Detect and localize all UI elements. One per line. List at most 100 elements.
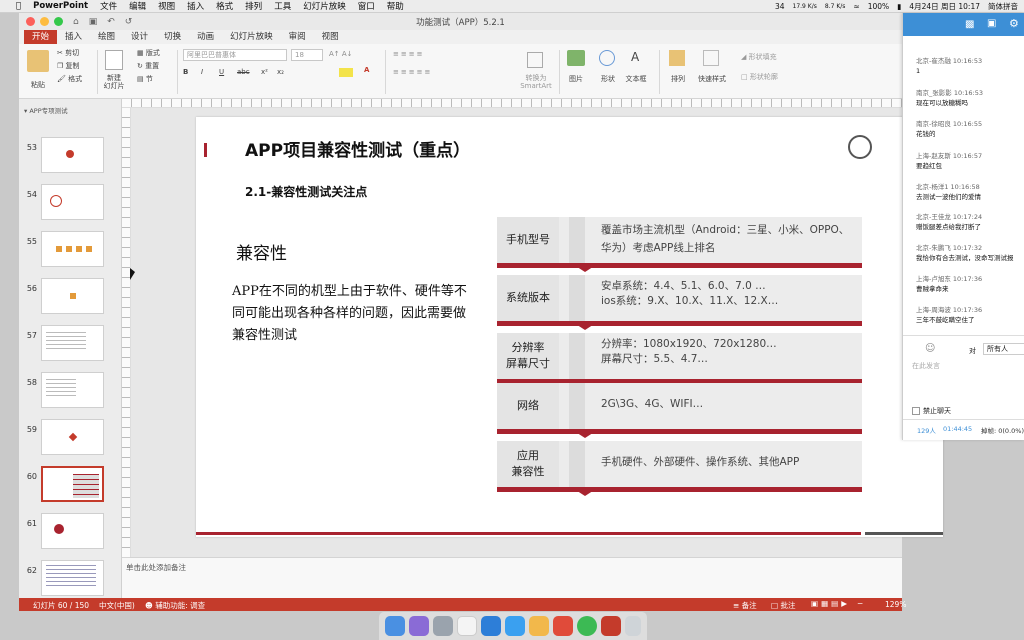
reset-button[interactable]: ↻ 重置: [137, 61, 159, 71]
ban-chat-checkbox[interactable]: [912, 407, 920, 415]
textbox-icon[interactable]: A: [631, 50, 639, 64]
section-button[interactable]: ▤ 节: [137, 74, 153, 84]
emoji-icon[interactable]: ☺: [925, 343, 935, 354]
thumbnail-60[interactable]: 60: [23, 466, 120, 504]
menu-view[interactable]: 视图: [152, 0, 181, 12]
copy-button[interactable]: ❐ 复制: [57, 61, 80, 71]
cloud-app-icon[interactable]: [505, 616, 525, 636]
tab-view[interactable]: 视图: [314, 30, 347, 44]
menu-tools[interactable]: 工具: [268, 0, 297, 12]
shape-fill-button[interactable]: ◢ 形状填充: [741, 52, 777, 62]
thumbnail-57[interactable]: 57: [23, 325, 120, 363]
paste-button-label[interactable]: 粘贴: [24, 80, 52, 90]
quickstyle-button-label[interactable]: 快速样式: [695, 74, 729, 84]
menubar-app-name[interactable]: PowerPoint: [27, 1, 94, 11]
arrange-icon[interactable]: [669, 50, 685, 66]
tab-review[interactable]: 审阅: [281, 30, 314, 44]
convert-smartart-label[interactable]: 转换为 SmartArt: [519, 74, 553, 90]
signal-icon[interactable]: ▩: [965, 19, 974, 30]
align-icon[interactable]: ≡≡≡≡≡: [393, 68, 432, 76]
superscript-icon[interactable]: x²: [261, 68, 268, 76]
smartart-icon[interactable]: [527, 52, 543, 68]
notes-toggle[interactable]: ≡ 备注: [733, 600, 757, 611]
tab-insert[interactable]: 插入: [57, 30, 90, 44]
list-icon[interactable]: ≡≡≡≡: [393, 50, 424, 58]
chat-recipient-select[interactable]: 所有人: [983, 343, 1024, 355]
arrange-button-label[interactable]: 排列: [667, 74, 689, 84]
picture-button-label[interactable]: 图片: [565, 74, 587, 84]
view-buttons[interactable]: ▣▦▤▶: [811, 599, 850, 608]
shape-icon[interactable]: [599, 50, 615, 66]
comments-toggle[interactable]: □ 批注: [771, 600, 795, 611]
ime-indicator[interactable]: 简体拼音: [988, 1, 1018, 12]
shape-outline-button[interactable]: □ 形状轮廓: [741, 72, 778, 82]
rocket-icon[interactable]: [433, 616, 453, 636]
clock[interactable]: 4月24日 周日 10:17: [909, 1, 980, 12]
format-painter-button[interactable]: 🖌 格式: [57, 74, 82, 84]
menu-help[interactable]: 帮助: [381, 0, 410, 12]
thumbnail-62[interactable]: 62: [23, 560, 120, 598]
highlight-icon[interactable]: [339, 68, 353, 77]
quickstyle-icon[interactable]: [703, 50, 719, 66]
font-color-icon[interactable]: A: [364, 66, 369, 74]
horizontal-ruler[interactable]: [122, 99, 902, 108]
thumbnail-61[interactable]: 61: [23, 513, 120, 551]
xmind-icon[interactable]: [553, 616, 573, 636]
accessibility-button[interactable]: ☻ 辅助功能: 调查: [145, 600, 205, 611]
chrome-icon[interactable]: [577, 616, 597, 636]
powerpoint-icon[interactable]: [601, 616, 621, 636]
strikethrough-icon[interactable]: abc: [237, 68, 250, 76]
tab-design[interactable]: 设计: [123, 30, 156, 44]
zoom-out-icon[interactable]: −: [857, 599, 863, 608]
textedit-icon[interactable]: [457, 616, 477, 636]
tab-transitions[interactable]: 切换: [156, 30, 189, 44]
textbox-button-label[interactable]: 文本框: [623, 74, 649, 84]
new-slide-icon[interactable]: [105, 50, 123, 70]
gear-icon[interactable]: ⚙: [1009, 17, 1019, 30]
shape-button-label[interactable]: 形状: [597, 74, 619, 84]
tab-draw[interactable]: 绘图: [90, 30, 123, 44]
underline-icon[interactable]: U: [219, 68, 224, 76]
apple-icon[interactable]: : [10, 1, 27, 11]
chat-input[interactable]: 在此发言: [912, 361, 1024, 401]
chat-app-icon[interactable]: [481, 616, 501, 636]
screen-icon[interactable]: ▣: [987, 18, 996, 29]
menu-file[interactable]: 文件: [94, 0, 123, 12]
slide[interactable]: APP项目兼容性测试（重点） 2.1-兼容性测试关注点 兼容性 APP在不同的机…: [196, 117, 943, 537]
subscript-icon[interactable]: x₂: [277, 68, 284, 76]
layout-button[interactable]: ▦ 版式: [137, 48, 160, 58]
font-size-select[interactable]: 18: [291, 49, 323, 61]
tab-home[interactable]: 开始: [24, 30, 58, 44]
menu-slideshow[interactable]: 幻灯片放映: [297, 0, 352, 12]
menu-arrange[interactable]: 排列: [239, 0, 268, 12]
wifi-icon[interactable]: ≈: [853, 2, 859, 11]
italic-icon[interactable]: I: [201, 68, 203, 76]
new-slide-button-label[interactable]: 新建 幻灯片: [99, 74, 129, 90]
cut-button[interactable]: ✂ 剪切: [57, 48, 79, 58]
tab-slideshow[interactable]: 幻灯片放映: [222, 30, 281, 44]
zoom-level[interactable]: 129%: [885, 600, 906, 609]
thumbnail-53[interactable]: 53: [23, 137, 120, 175]
thumbnail-59[interactable]: 59: [23, 419, 120, 457]
finder-icon[interactable]: [385, 616, 405, 636]
menu-edit[interactable]: 编辑: [123, 0, 152, 12]
tab-animations[interactable]: 动画: [189, 30, 222, 44]
battery-icon[interactable]: ▮: [897, 2, 901, 11]
picture-icon[interactable]: [567, 50, 585, 66]
notes-pane[interactable]: 单击此处添加备注: [122, 557, 902, 598]
font-name-select[interactable]: 阿里巴巴普惠体: [183, 49, 287, 61]
menu-format[interactable]: 格式: [210, 0, 239, 12]
font-grow-icon[interactable]: A↑ A↓: [329, 50, 353, 58]
menu-insert[interactable]: 插入: [181, 0, 210, 12]
box-app-icon[interactable]: [529, 616, 549, 636]
bold-icon[interactable]: B: [183, 68, 188, 76]
section-header[interactable]: ▾ APP专项测试: [24, 105, 68, 115]
menu-window[interactable]: 窗口: [352, 0, 381, 12]
thumbnail-58[interactable]: 58: [23, 372, 120, 410]
trash-icon[interactable]: [625, 616, 641, 636]
vertical-ruler[interactable]: [122, 108, 131, 558]
thumbnail-54[interactable]: 54: [23, 184, 120, 222]
paste-icon[interactable]: [27, 50, 49, 72]
launchpad-icon[interactable]: [409, 616, 429, 636]
thumbnail-56[interactable]: 56: [23, 278, 120, 316]
